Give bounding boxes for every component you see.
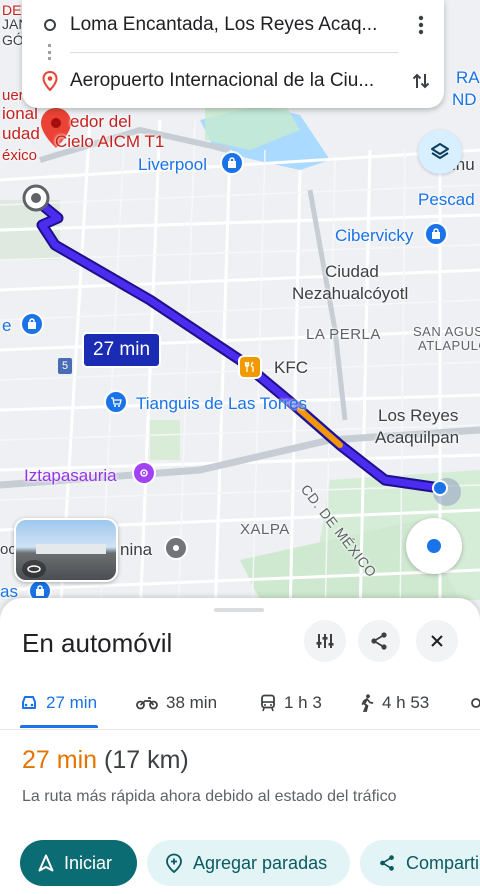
directions-sheet: En automóvil 27 min 38 min 1 h 3 4 h 53 … [0,598,480,894]
tab-transit[interactable]: 1 h 3 [260,678,322,728]
close-icon [431,635,443,647]
add-stops-button[interactable]: Agregar paradas [147,840,350,886]
tab-driving[interactable]: 27 min [20,678,97,728]
more-modes-icon [471,698,480,708]
map-label-xico: éxico [2,147,38,164]
map-label-xalpa: XALPA [240,521,290,538]
shopping-bag-icon[interactable] [20,312,44,336]
travel-mode-tabs: 27 min 38 min 1 h 3 4 h 53 [0,678,480,730]
add-location-icon [166,853,182,873]
share-button-label: Comparti [406,852,480,873]
map-label-tianguis: Tianguis de Las Torres [136,394,308,413]
more-vert-icon [418,15,424,35]
navigation-arrow-icon [38,854,54,872]
map-label-ciudad: Ciudad [325,262,379,281]
origin-marker [432,480,448,496]
route-options-button[interactable] [304,620,346,662]
tab-more[interactable] [470,678,480,728]
add-stops-label: Agregar paradas [193,852,328,873]
tab-walking-label: 4 h 53 [382,693,430,712]
destination-row[interactable]: Aeropuerto Internacional de la Ciu... [22,56,444,106]
attraction-icon[interactable] [132,461,156,485]
map-label-atlapulc: ATLAPULC [418,338,480,353]
place-marker-icon[interactable] [164,536,188,560]
origin-row[interactable]: Loma Encantada, Los Reyes Acaq... [22,0,444,50]
map-label-pescad: Pescad [418,190,475,209]
active-tab-indicator [20,725,98,728]
transit-icon [261,694,275,712]
my-location-icon [427,539,441,553]
map-label-iztapasauria: Iztapasauria [24,466,117,485]
tab-walking[interactable]: 4 h 53 [360,678,429,728]
map-label-airport: Cielo AICM T1 [55,132,165,151]
street-view-building [36,544,106,554]
swap-vert-icon [412,73,430,89]
map-label-e-left: e [2,316,12,335]
start-button-label: Iniciar [64,852,113,873]
map-label-los-reyes: Los Reyes [378,406,459,425]
map-label-cibervicky: Cibervicky [335,226,414,245]
share-icon [371,632,387,650]
more-options-button[interactable] [406,10,436,40]
shopping-bag-icon[interactable] [220,151,244,175]
route-card-divider [70,52,398,53]
map-label-nina: nina [120,540,153,559]
map-label-nd: ND [452,90,477,109]
map-label-la-perla: LA PERLA [306,326,381,343]
walk-icon [361,694,374,712]
map-label-airport-top: edor del [70,112,132,131]
sheet-drag-handle[interactable] [214,608,264,612]
route-distance: (17 km) [104,746,189,774]
route-time-bubble[interactable]: 27 min [82,332,162,368]
street-view-rotate-icon [22,560,46,578]
swap-button[interactable] [406,66,436,96]
motorcycle-icon [136,697,158,710]
tab-motorcycle[interactable]: 38 min [136,678,217,728]
share-icon [380,855,394,871]
layers-button[interactable] [418,130,462,174]
map-label-neza: Nezahualcóyotl [292,284,409,303]
route-description: La ruta más rápida ahora debido al estad… [22,788,397,805]
map-label-kfc: KFC [274,358,308,377]
restaurant-icon[interactable] [238,355,262,379]
route-duration: 27 min [22,746,98,774]
map-label-uer: uer [2,87,24,104]
street-view-thumbnail[interactable] [14,518,118,582]
car-icon [22,696,36,709]
sheet-title: En automóvil [22,628,173,658]
tab-transit-label: 1 h 3 [284,693,322,712]
close-button[interactable] [416,620,458,662]
map-label-udad: udad [2,124,40,143]
tune-icon [316,634,334,648]
start-button[interactable]: Iniciar [20,840,137,886]
tab-motorcycle-label: 38 min [166,693,218,712]
route-summary: 27 min (17 km) [22,746,189,775]
destination-pin-outline-icon [42,71,58,91]
my-location-button[interactable] [406,518,462,574]
map-label-acaquilpan: Acaquilpan [375,428,460,447]
map-label-liverpool: Liverpool [138,155,207,174]
shopping-bag-icon[interactable] [424,222,448,246]
destination-field[interactable]: Aeropuerto Internacional de la Ciu... [70,70,400,92]
shopping-cart-icon[interactable] [104,390,128,414]
map-view[interactable]: DE JAN GÓN uer ional udad éxico edor del… [0,0,480,620]
tab-driving-label: 27 min [46,693,98,712]
map-label-ra: RA [456,68,480,87]
layers-icon [431,143,449,159]
origin-field[interactable]: Loma Encantada, Los Reyes Acaq... [70,14,400,36]
share-icon-button[interactable] [358,620,400,662]
share-directions-button[interactable]: Comparti [360,840,480,886]
route-search-card: Loma Encantada, Los Reyes Acaq... Aeropu… [22,0,444,108]
origin-circle-icon [44,19,56,31]
route-shield: 5 [58,358,72,374]
